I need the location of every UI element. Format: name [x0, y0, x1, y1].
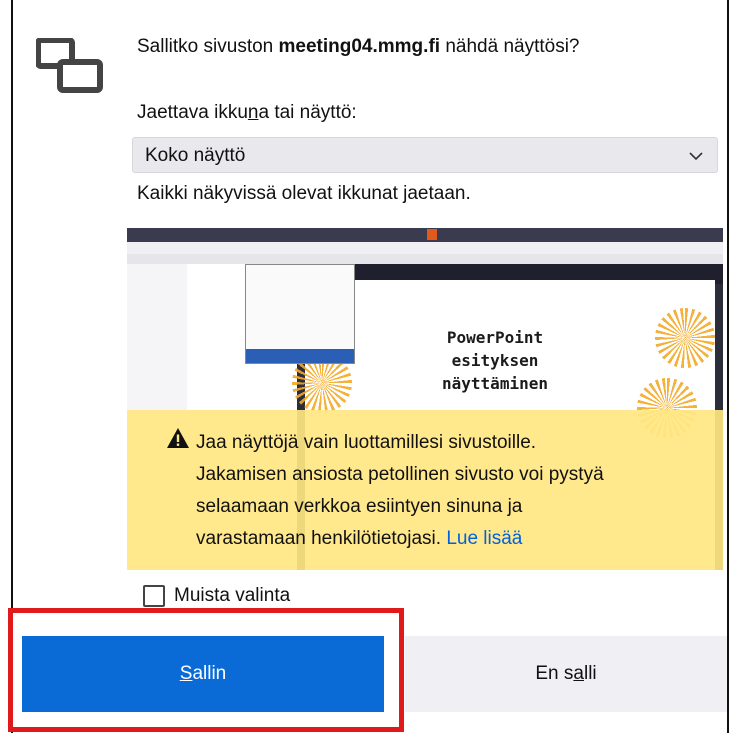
screen-select-dropdown[interactable]: Koko näyttö — [132, 137, 718, 173]
warning-text: Jaa näyttöjä vain luottamillesi sivustoi… — [196, 432, 604, 549]
allow-button-highlight — [8, 608, 404, 732]
share-description: Kaikki näkyvissä olevat ikkunat jaetaan. — [137, 183, 471, 204]
site-name: meeting04.mmg.fi — [278, 36, 441, 57]
remember-checkbox[interactable] — [143, 585, 165, 607]
page-edge-right — [727, 0, 741, 733]
preview-popup-button-bar — [246, 349, 354, 363]
preview-burst-right — [655, 308, 715, 368]
remember-label: Muista valinta — [174, 585, 291, 606]
preview-bookmarks-bar — [127, 254, 723, 264]
learn-more-link[interactable]: Lue lisää — [446, 528, 522, 549]
preview-tab-accent — [427, 229, 437, 240]
screen-share-icon — [36, 38, 103, 93]
selected-option: Koko näyttö — [145, 145, 246, 166]
share-select-label: Jaettava ikkuna tai näyttö: — [137, 102, 357, 123]
chevron-down-icon — [689, 152, 703, 161]
preview-tab-strip — [127, 228, 723, 242]
preview-popup — [245, 264, 355, 364]
warning-icon — [167, 428, 189, 448]
preview-url-bar — [127, 242, 723, 254]
dialog-title: Sallitko sivuston meeting04.mmg.fi nähdä… — [137, 36, 580, 57]
preview-slide-text: PowerPoint esityksen näyttäminen — [442, 328, 548, 393]
deny-button[interactable]: En s a lli — [405, 636, 727, 712]
